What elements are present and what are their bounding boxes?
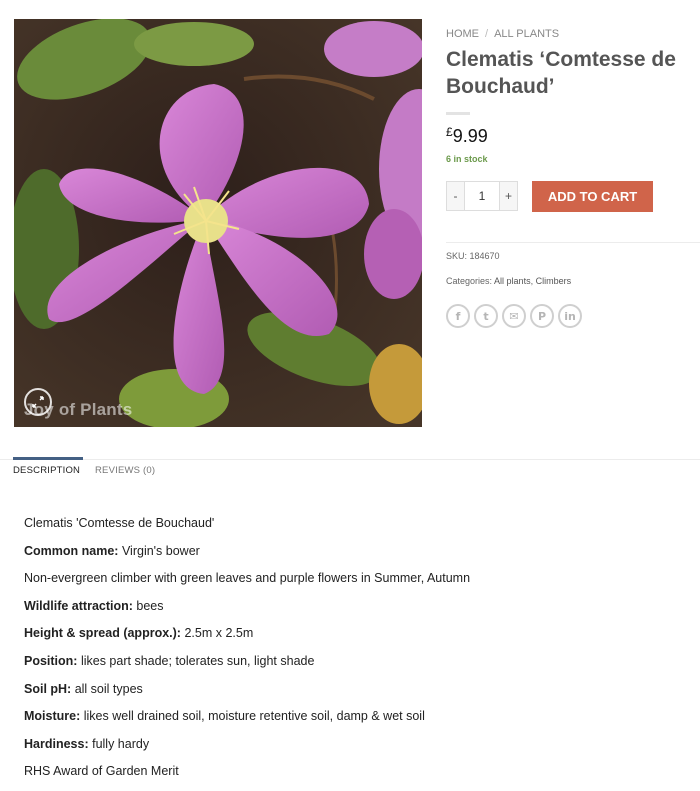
meta-divider	[446, 242, 700, 243]
breadcrumb-home-link[interactable]: HOME	[446, 28, 479, 40]
product-summary: HOME / ALL PLANTS Clematis ‘Comtesse de Bo…	[446, 26, 700, 164]
breadcrumb: HOME / ALL PLANTS	[446, 26, 700, 42]
product-title: Clematis ‘Comtesse de Bouchaud’	[446, 46, 700, 100]
moisture-label: Moisture:	[24, 709, 81, 724]
position-label: Position:	[24, 653, 78, 668]
common-name-label: Common name:	[24, 543, 119, 558]
category-link-climbers[interactable]: Climbers	[536, 276, 572, 286]
wildlife-label: Wildlife attraction:	[24, 598, 133, 613]
product-title-line-1: Clematis ‘Comtesse de	[446, 48, 676, 71]
product-price: £9.99	[446, 125, 700, 147]
product-image[interactable]: Joy of Plants	[14, 19, 422, 427]
zoom-icon	[32, 396, 44, 408]
title-divider	[446, 112, 470, 115]
product-categories: Categories: All plants, Climbers	[446, 276, 571, 286]
active-tab-indicator	[13, 457, 83, 460]
quantity-decrease-button[interactable]: -	[447, 182, 465, 210]
description-award: RHS Award of Garden Merit	[24, 764, 179, 779]
facebook-glyph: f	[455, 309, 461, 323]
moisture-value: likes well drained soil, moisture retent…	[83, 709, 425, 724]
position-value: likes part shade; tolerates sun, light s…	[80, 653, 315, 668]
description-common-name: Common name: Virgin's bower	[24, 543, 684, 571]
description-summary: Non-evergreen climber with green leaves …	[24, 571, 471, 586]
breadcrumb-separator: /	[485, 28, 489, 40]
facebook-icon[interactable]: f	[446, 304, 470, 328]
add-to-cart-button[interactable]: ADD TO CART	[532, 181, 653, 212]
soil-value: all soil types	[74, 681, 143, 696]
sku-label: SKU:	[446, 251, 468, 261]
category-link-all-plants[interactable]: All plants	[494, 276, 531, 286]
quantity-input[interactable]	[465, 182, 499, 210]
tabs-divider	[0, 459, 700, 460]
pinterest-icon[interactable]: P	[530, 304, 554, 328]
currency-symbol: £	[446, 125, 453, 139]
description-product-name: Clematis 'Comtesse de Bouchaud'	[24, 516, 215, 530]
twitter-icon[interactable]: t	[474, 304, 498, 328]
common-name-value: Virgin's bower	[121, 543, 200, 558]
price-amount: 9.99	[452, 126, 488, 146]
description-wildlife: Wildlife attraction: bees	[24, 598, 684, 626]
categories-label: Categories:	[446, 276, 493, 286]
size-label: Height & spread (approx.):	[24, 626, 181, 641]
description-hardiness: Hardiness: fully hardy	[24, 736, 684, 764]
share-icons: f t ✉ P in	[446, 304, 582, 328]
linkedin-icon[interactable]: in	[558, 304, 582, 328]
description-panel: Clematis 'Comtesse de Bouchaud' Common n…	[24, 515, 684, 791]
description-size: Height & spread (approx.): 2.5m x 2.5m	[24, 625, 684, 653]
description-position: Position: likes part shade; tolerates su…	[24, 653, 684, 681]
twitter-glyph: t	[483, 309, 489, 323]
breadcrumb-all-plants-link[interactable]: ALL PLANTS	[494, 28, 559, 40]
pinterest-glyph: P	[537, 309, 547, 323]
hardiness-value: fully hardy	[92, 736, 150, 751]
description-moisture: Moisture: likes well drained soil, moist…	[24, 708, 684, 736]
hardiness-label: Hardiness:	[24, 736, 89, 751]
wildlife-value: bees	[136, 598, 164, 613]
quantity-stepper: - +	[446, 181, 518, 211]
tab-reviews[interactable]: REVIEWS (0)	[95, 465, 155, 476]
zoom-button[interactable]	[24, 388, 52, 416]
sku-value: 184670	[469, 251, 500, 261]
product-sku: SKU: 184670	[446, 251, 500, 261]
clematis-flower-photo	[14, 19, 422, 427]
description-soil: Soil pH: all soil types	[24, 681, 684, 709]
tab-description[interactable]: DESCRIPTION	[13, 465, 80, 476]
linkedin-glyph: in	[564, 309, 576, 323]
size-value: 2.5m x 2.5m	[184, 626, 254, 641]
email-glyph: ✉	[509, 309, 519, 323]
quantity-increase-button[interactable]: +	[499, 182, 517, 210]
soil-label: Soil pH:	[24, 681, 72, 696]
email-icon[interactable]: ✉	[502, 304, 526, 328]
product-title-line-2: Bouchaud’	[446, 75, 555, 98]
category-separator: ,	[530, 276, 534, 286]
stock-status: 6 in stock	[446, 154, 488, 164]
